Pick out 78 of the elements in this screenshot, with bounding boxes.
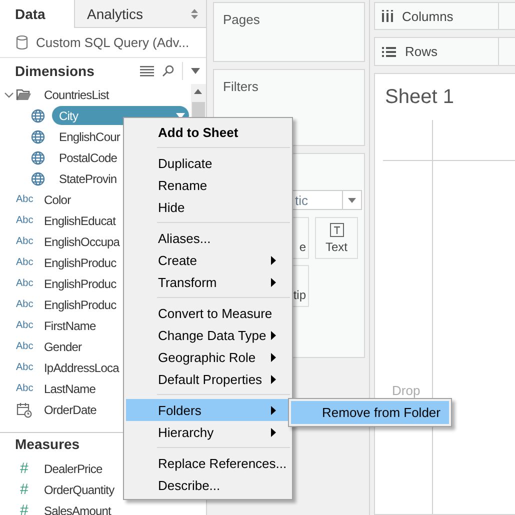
menu-item[interactable]: Aliases... [126, 227, 290, 249]
field-item[interactable]: EnglishProduc [44, 298, 116, 312]
field-item[interactable]: Color [44, 192, 71, 206]
folder-icon [16, 88, 32, 101]
field-item[interactable]: EnglishProduc [44, 276, 116, 290]
shelf-label: Rows [405, 44, 438, 59]
data-type-label: # [19, 460, 28, 477]
submenu-arrow-icon [271, 256, 276, 264]
data-type-label: Abc [16, 383, 34, 394]
menu-item[interactable]: Describe... [126, 474, 290, 496]
menu-item[interactable]: Change Data Type [126, 324, 290, 346]
menu-item[interactable]: Folders [126, 399, 290, 421]
submenu-arrow-icon [271, 374, 276, 384]
field-item[interactable]: SalesAmount [44, 504, 111, 515]
grid-view-icon[interactable] [140, 66, 154, 76]
globe-icon [31, 172, 45, 186]
globe-icon [31, 108, 45, 122]
drop-hint: Drop [392, 383, 420, 398]
menu-item[interactable]: Create [126, 249, 290, 271]
caret-icon[interactable] [191, 68, 200, 74]
database-icon [16, 35, 28, 50]
field-item[interactable]: IpAddressLoca [44, 360, 119, 374]
menu-item[interactable]: Convert to Measure [126, 302, 290, 324]
field-item[interactable]: CountriesList [44, 88, 109, 102]
sort-icon [191, 8, 198, 18]
submenu-arrow-icon [271, 352, 276, 362]
data-type-label: Abc [16, 299, 34, 310]
field-item[interactable]: Gender [44, 340, 82, 354]
menu-item[interactable]: Transform [126, 271, 290, 293]
submenu-arrow-icon [271, 278, 276, 286]
field-item[interactable]: FirstName [44, 318, 96, 332]
panel-tab[interactable]: Analytics [74, 0, 206, 28]
field-item[interactable]: StateProvin [59, 172, 117, 186]
rows-icon [382, 46, 396, 56]
menu-item[interactable]: Hierarchy [126, 421, 290, 443]
text-button[interactable]: Text [315, 217, 358, 259]
data-type-label: Abc [16, 341, 34, 352]
field-item[interactable]: PostalCode [59, 150, 118, 164]
menu-item[interactable]: Replace References... [126, 452, 290, 474]
submenu-arrow-icon [271, 330, 276, 340]
field-item[interactable]: EnglishOccupa [44, 234, 120, 248]
field-item[interactable]: DealerPrice [44, 462, 102, 476]
data-type-label: Abc [16, 236, 34, 247]
field-item[interactable]: LastName [44, 382, 96, 396]
submenu-arrow-icon [271, 406, 276, 414]
field-item[interactable]: EnglishProduc [44, 256, 116, 270]
data-type-label: # [19, 481, 28, 498]
shelf-label: Columns [402, 8, 454, 24]
data-type-label: # [19, 502, 28, 515]
data-type-label: Abc [16, 257, 34, 268]
data-type-label: Abc [16, 320, 34, 331]
submenu-arrow-icon [271, 428, 276, 436]
menu-item[interactable]: Geographic Role [126, 346, 290, 368]
field-item[interactable]: EnglishCour [59, 130, 120, 144]
data-type-label: Abc [16, 278, 34, 289]
field-item[interactable]: OrderDate [44, 402, 96, 416]
calendar-clock-icon [16, 402, 32, 418]
search-icon[interactable] [162, 65, 174, 77]
menu-item[interactable]: Default Properties [126, 368, 290, 390]
menu-item[interactable]: Duplicate [126, 152, 290, 174]
menu-item[interactable]: Remove from Folder [291, 401, 449, 424]
data-type-label: Abc [16, 194, 34, 205]
globe-icon [31, 150, 45, 164]
columns-icon [382, 10, 393, 22]
section-title: Measures [15, 436, 81, 452]
field-item[interactable]: EnglishEducat [44, 214, 116, 228]
shelf-title: Pages [222, 11, 261, 29]
sheet-title: Sheet 1 [384, 85, 455, 110]
shelf-title: Filters [222, 78, 260, 96]
text-icon [330, 223, 344, 237]
caret-icon [348, 198, 356, 202]
chevron-down-icon[interactable] [4, 90, 14, 100]
field-item[interactable]: OrderQuantity [44, 482, 114, 496]
data-source-name: Custom SQL Query (Adv... [36, 35, 190, 50]
data-type-label: Abc [16, 215, 34, 226]
globe-icon [31, 130, 45, 144]
data-type-label: Abc [16, 362, 34, 373]
section-title: Dimensions [15, 63, 96, 79]
